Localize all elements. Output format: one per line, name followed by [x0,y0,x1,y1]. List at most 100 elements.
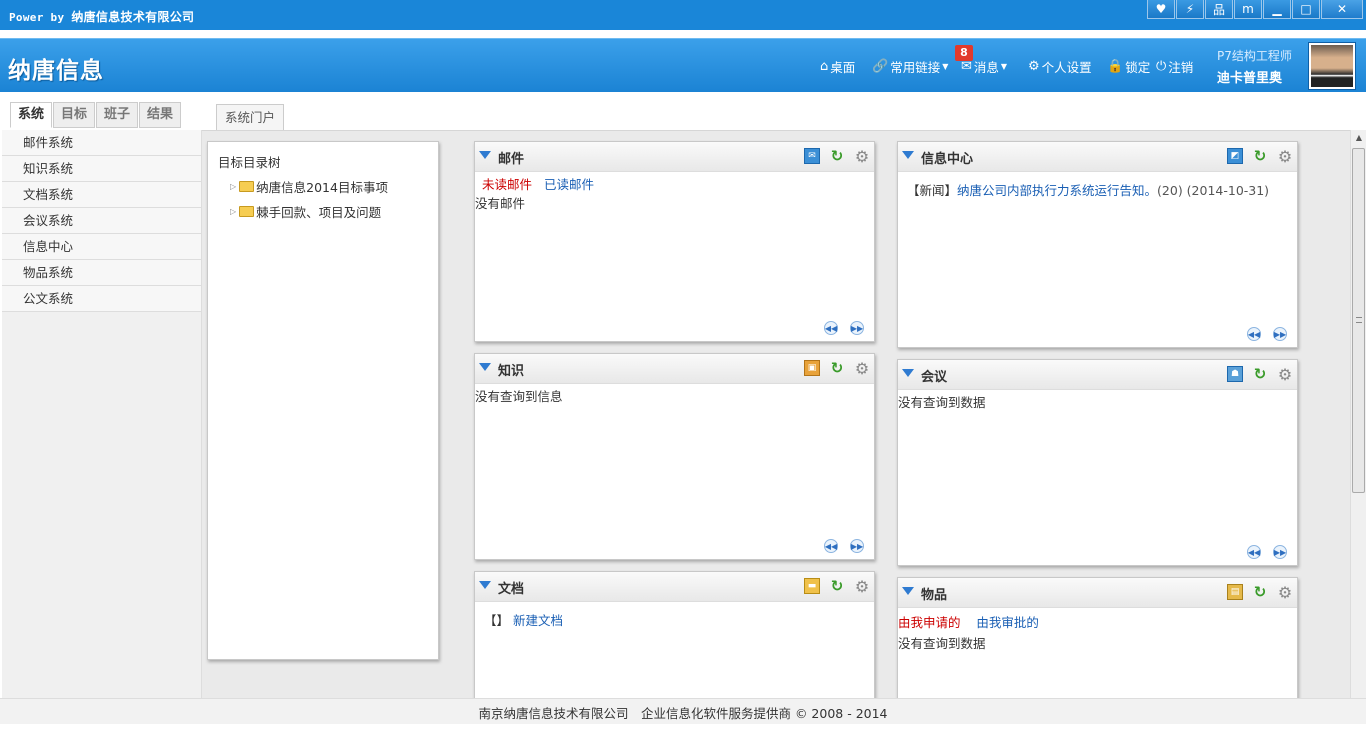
home-icon: ⌂ [820,59,829,74]
unread-mail-link[interactable]: 未读邮件 [482,177,532,192]
nav-settings[interactable]: ⚙ 个人设置 [1028,57,1092,76]
prev-page-icon[interactable]: ◀◀ [824,539,838,553]
refresh-icon[interactable]: ↻ [829,147,845,165]
envelope-icon: ✉ [961,59,972,74]
gear-icon[interactable]: ⚙ [854,577,870,596]
nav-desktop[interactable]: ⌂ 桌面 [820,57,855,76]
new-document-link[interactable]: 新建文档 [513,613,563,628]
prev-page-icon[interactable]: ◀◀ [824,321,838,335]
refresh-icon[interactable]: ↻ [1252,365,1268,383]
vertical-scrollbar[interactable]: ▲ [1350,130,1366,698]
app-header: 纳唐信息 ⌂ 桌面 🔗 常用链接 ▼ ✉ 消息 ▼ 8 ⚙ 个人设置 🔒 锁定 ⏻ 注销 P7结… [0,38,1366,92]
read-mail-link[interactable]: 已读邮件 [544,177,594,192]
nav-lock[interactable]: 🔒 锁定 [1107,57,1150,76]
close-icon[interactable]: ✕ [1321,0,1363,19]
collapse-icon[interactable] [479,151,491,159]
tab-result[interactable]: 结果 [139,102,182,128]
folder-icon[interactable]: ▬ [804,578,820,594]
portlet-docs: 文档 ▬ ↻ ⚙ 【】 新建文档 [474,571,875,711]
gear-icon[interactable]: ⚙ [1277,365,1293,384]
lock-icon: 🔒 [1107,59,1124,74]
maximize-icon[interactable]: □ [1292,0,1320,19]
nav-links[interactable]: 🔗 常用链接 ▼ [872,57,948,76]
book-icon[interactable]: m [1234,0,1262,19]
portlet-goods: 物品 ▤ ↻ ⚙ 由我申请的 由我审批的 没有查询到数据 [897,577,1298,711]
tab-goal[interactable]: 目标 [53,102,96,128]
info-icon[interactable]: ◩ [1227,148,1243,164]
empty-message: 没有查询到信息 [475,389,563,404]
user-info: P7结构工程师 迪卡普里奥 [1217,47,1292,86]
goal-tree-panel: 目标目录树 ▷ 纳唐信息2014目标事项 ▷ 棘手回款、项目及问题 [207,141,439,660]
link-icon: 🔗 [872,59,889,74]
tree-node[interactable]: ▷ 棘手回款、项目及问题 [218,202,428,221]
empty-message: 没有查询到数据 [898,395,986,410]
power-by-label: Power by 纳唐信息技术有限公司 [9,10,195,24]
user-role: P7结构工程师 [1217,49,1292,63]
footer: 南京纳唐信息技术有限公司 企业信息化软件服务提供商 © 2008 - 2014 [0,698,1366,724]
tree-title: 目标目录树 [218,155,281,170]
favorite-heart-icon[interactable]: ♥ [1147,0,1175,19]
refresh-icon[interactable]: ↻ [1252,583,1268,601]
sidebar-item-docs[interactable]: 文档系统 [2,182,201,208]
minimize-icon[interactable]: ▁ [1263,0,1291,19]
chevron-down-icon: ▼ [942,62,949,71]
nav-logout[interactable]: ⏻ 注销 [1156,57,1193,76]
collapse-icon[interactable] [902,587,914,595]
window-buttons: ♥ ⚡ 品 m ▁ □ ✕ [1146,0,1363,19]
next-page-icon[interactable]: ▶▶ [850,539,864,553]
sidebar-item-info[interactable]: 信息中心 [2,234,201,260]
lightning-icon[interactable]: ⚡ [1176,0,1204,19]
sidebar-item-knowledge[interactable]: 知识系统 [2,156,201,182]
prev-page-icon[interactable]: ◀◀ [1247,545,1261,559]
tree-node[interactable]: ▷ 纳唐信息2014目标事项 [218,177,428,196]
prev-page-icon[interactable]: ◀◀ [1247,327,1261,341]
sidebar-item-meeting[interactable]: 会议系统 [2,208,201,234]
scroll-up-icon[interactable]: ▲ [1351,130,1366,146]
gear-icon[interactable]: ⚙ [854,359,870,378]
portlet-meeting: 会议 ☗ ↻ ⚙ 没有查询到数据 ◀◀ ▶▶ [897,359,1298,566]
next-page-icon[interactable]: ▶▶ [850,321,864,335]
gear-icon: ⚙ [1028,59,1040,74]
chevron-down-icon: ▼ [1000,62,1008,71]
portlet-knowledge: 知识 ▣ ↻ ⚙ 没有查询到信息 ◀◀ ▶▶ [474,353,875,560]
app-logo: 纳唐信息 [8,57,104,84]
org-chart-icon[interactable]: 品 [1205,0,1233,19]
image-icon[interactable]: ▣ [804,360,820,376]
title-bar: Power by 纳唐信息技术有限公司 ♥ ⚡ 品 m ▁ □ ✕ [0,0,1366,30]
collapse-icon[interactable] [902,151,914,159]
message-count-badge: 8 [955,45,973,61]
tab-portal[interactable]: 系统门户 [216,104,285,130]
gear-icon[interactable]: ⚙ [1277,583,1293,602]
sidebar-item-goods[interactable]: 物品系统 [2,260,201,286]
scroll-thumb[interactable] [1352,148,1365,493]
sidebar: 邮件系统 知识系统 文档系统 会议系统 信息中心 物品系统 公文系统 [2,130,202,698]
refresh-icon[interactable]: ↻ [829,577,845,595]
avatar[interactable] [1308,42,1356,90]
user-name: 迪卡普里奥 [1217,71,1283,86]
collapse-icon[interactable] [479,363,491,371]
portlet-mail: 邮件 ✉ ↻ ⚙ 未读邮件 已读邮件 没有邮件 ◀◀ ▶▶ [474,141,875,342]
refresh-icon[interactable]: ↻ [829,359,845,377]
collapse-icon[interactable] [902,369,914,377]
folder-icon [239,181,255,192]
goods-icon[interactable]: ▤ [1227,584,1243,600]
news-meta: (20) (2014-10-31) [1157,183,1270,198]
next-page-icon[interactable]: ▶▶ [1273,327,1287,341]
expand-arrow-icon[interactable]: ▷ [230,207,236,216]
collapse-icon[interactable] [479,581,491,589]
news-link[interactable]: 纳唐公司内部执行力系统运行告知。 [957,183,1157,198]
expand-arrow-icon[interactable]: ▷ [230,182,236,191]
sidebar-item-official[interactable]: 公文系统 [2,286,201,312]
refresh-icon[interactable]: ↻ [1252,147,1268,165]
sidebar-tabs: 系统 目标 班子 结果 [10,102,182,128]
meeting-icon[interactable]: ☗ [1227,366,1243,382]
tab-team[interactable]: 班子 [96,102,139,128]
my-approvals-link[interactable]: 由我审批的 [976,615,1039,630]
my-requests-link[interactable]: 由我申请的 [898,615,961,630]
tab-system[interactable]: 系统 [10,102,53,128]
gear-icon[interactable]: ⚙ [1277,147,1293,166]
next-page-icon[interactable]: ▶▶ [1273,545,1287,559]
gear-icon[interactable]: ⚙ [854,147,870,166]
mail-icon[interactable]: ✉ [804,148,820,164]
sidebar-item-mail[interactable]: 邮件系统 [2,130,201,156]
